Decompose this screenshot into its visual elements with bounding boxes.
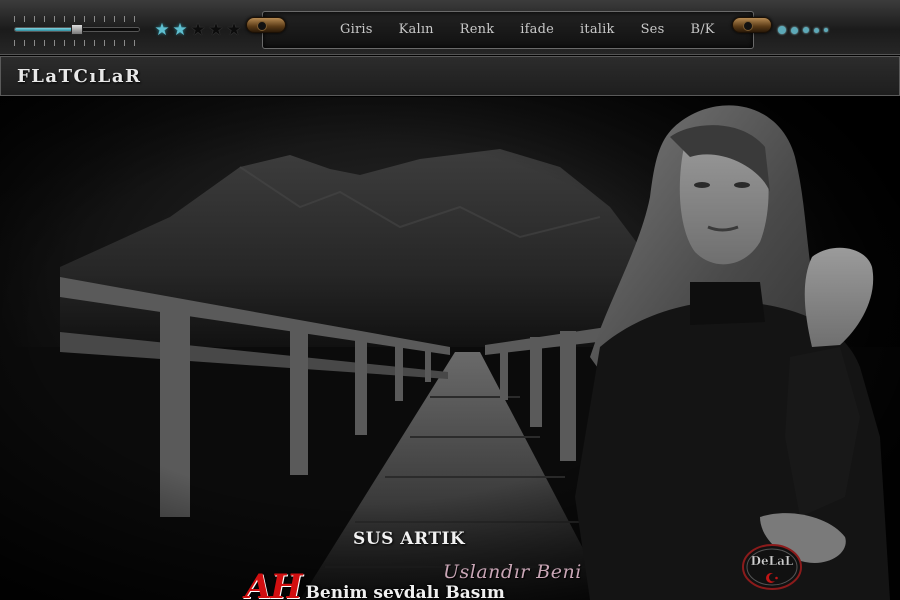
menu-item-ifade[interactable]: ifade: [520, 22, 554, 37]
lyric-line-2: SUS ARTIK: [353, 529, 466, 549]
menu-item-kalın[interactable]: Kalın: [399, 22, 434, 37]
star-icon[interactable]: ★: [172, 20, 188, 40]
menu-item-italik[interactable]: italik: [580, 22, 615, 37]
menu-item-b-k[interactable]: B/K: [690, 22, 714, 37]
player-control-bar: ★ ★ ★ ★ ★ Giris Kalın Renk ifade italik Ses B/K: [0, 0, 900, 55]
background-photo: AH Benim sevdalı Basım: [0, 97, 900, 600]
menu-item-ses[interactable]: Ses: [641, 22, 665, 37]
brass-rivet-icon: [246, 17, 286, 33]
star-icon[interactable]: ★: [208, 20, 224, 40]
title-bar: FLaTCıLaR: [0, 56, 900, 96]
delal-logo: DeLaL: [741, 542, 803, 592]
lyric-line-3: Uslandır Beni: [443, 561, 582, 583]
lyric-text: Benim sevdalı Basım: [305, 583, 505, 600]
star-icon[interactable]: ★: [154, 20, 170, 40]
top-menu: Giris Kalın Renk ifade italik Ses B/K: [340, 22, 741, 37]
ah-exclamation: AH: [245, 567, 303, 600]
page-title: FLaTCıLaR: [17, 66, 142, 87]
volume-slider[interactable]: [14, 16, 140, 46]
indicator-dots: [778, 26, 828, 34]
indicator-dot-icon: [824, 28, 828, 32]
indicator-dot-icon: [814, 27, 819, 33]
svg-text:DeLaL: DeLaL: [751, 554, 794, 568]
slider-ticks: [14, 16, 140, 22]
rating-stars[interactable]: ★ ★ ★ ★ ★: [154, 20, 242, 40]
indicator-dot-icon: [778, 26, 786, 34]
menu-item-giris[interactable]: Giris: [340, 22, 373, 37]
indicator-dot-icon: [803, 27, 809, 33]
slider-ticks: [14, 40, 140, 46]
bridge-scene-image: [0, 97, 900, 600]
slider-knob[interactable]: [71, 24, 83, 35]
star-icon[interactable]: ★: [226, 20, 242, 40]
menu-item-renk[interactable]: Renk: [460, 22, 495, 37]
star-icon[interactable]: ★: [190, 20, 206, 40]
indicator-dot-icon: [791, 26, 798, 34]
slider-fill: [15, 28, 77, 31]
